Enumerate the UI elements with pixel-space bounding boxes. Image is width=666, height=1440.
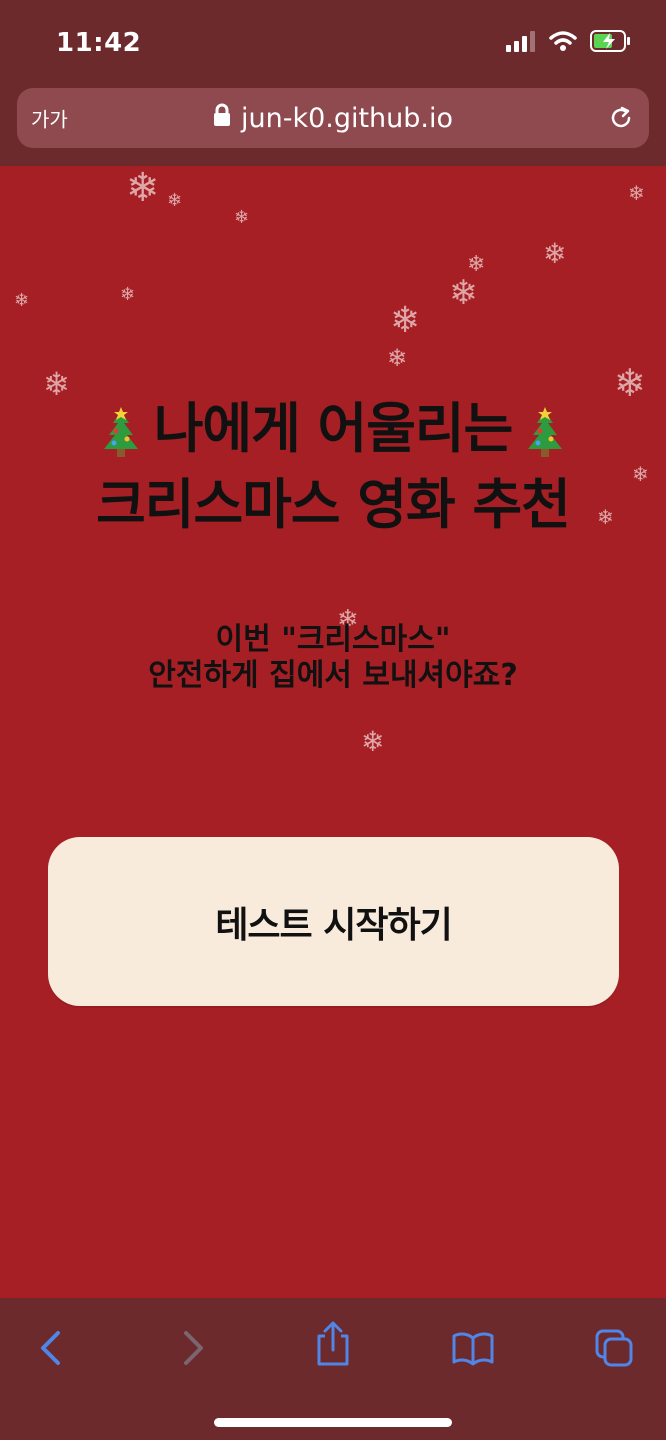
page-subtitle: 이번 "크리스마스" 안전하게 집에서 보내셔야죠? <box>0 622 666 694</box>
title-line-2: 크리스마스 영화 추천 <box>0 467 666 543</box>
snowflake-icon: ❄ <box>628 181 645 205</box>
home-indicator[interactable] <box>214 1418 452 1427</box>
snowflake-icon: ❄ <box>126 166 160 211</box>
lock-icon <box>213 103 231 134</box>
url-text: jun-k0.github.io <box>240 102 454 134</box>
signal-icon <box>506 30 536 56</box>
status-bar: 11:42 <box>0 0 666 80</box>
page-content: ❄ ❄ ❄ ❄ ❄ ❄ ❄ ❄ ❄ ❄ ❄ ❄ ❄ ❄ ❄ ❄ ❄ ❄ 나에게 … <box>0 166 666 1298</box>
address-bar[interactable]: 가가 jun-k0.github.io <box>17 88 649 148</box>
status-time: 11:42 <box>56 28 142 58</box>
start-test-button[interactable]: 테스트 시작하기 <box>48 837 619 1006</box>
snowflake-icon: ❄ <box>390 300 421 341</box>
snowflake-icon: ❄ <box>120 284 136 305</box>
christmas-tree-icon <box>100 403 142 457</box>
snowflake-icon: ❄ <box>361 725 385 758</box>
forward-icon <box>172 1326 216 1370</box>
bookmarks-icon[interactable] <box>451 1326 495 1370</box>
reload-icon[interactable] <box>607 104 635 132</box>
back-icon[interactable] <box>28 1326 72 1370</box>
snowflake-icon: ❄ <box>543 237 567 270</box>
subtitle-line-1: 이번 "크리스마스" <box>215 622 451 657</box>
title-text-2: 크리스마스 영화 추천 <box>96 473 571 536</box>
snowflake-icon: ❄ <box>167 190 183 211</box>
snowflake-icon: ❄ <box>234 207 250 228</box>
reader-mode-button[interactable]: 가가 <box>31 104 68 133</box>
share-icon[interactable] <box>311 1321 355 1366</box>
tabs-icon[interactable] <box>592 1326 636 1370</box>
wifi-icon <box>548 30 578 56</box>
url-display[interactable]: jun-k0.github.io <box>213 103 453 134</box>
snowflake-icon: ❄ <box>387 344 408 372</box>
snowflake-icon: ❄ <box>449 273 478 313</box>
browser-toolbar <box>0 1298 666 1440</box>
battery-charging-icon <box>590 29 632 57</box>
status-icons <box>506 30 632 56</box>
snowflake-icon: ❄ <box>14 290 30 311</box>
christmas-tree-icon <box>524 403 566 457</box>
title-line-1: 나에게 어울리는 <box>0 391 666 467</box>
subtitle-line-2: 안전하게 집에서 보내셔야죠? <box>148 658 518 693</box>
address-area: 가가 jun-k0.github.io <box>0 80 666 166</box>
title-text-1: 나에게 어울리는 <box>153 397 514 460</box>
page-title: 나에게 어울리는 크리스마스 영화 추천 <box>0 391 666 543</box>
